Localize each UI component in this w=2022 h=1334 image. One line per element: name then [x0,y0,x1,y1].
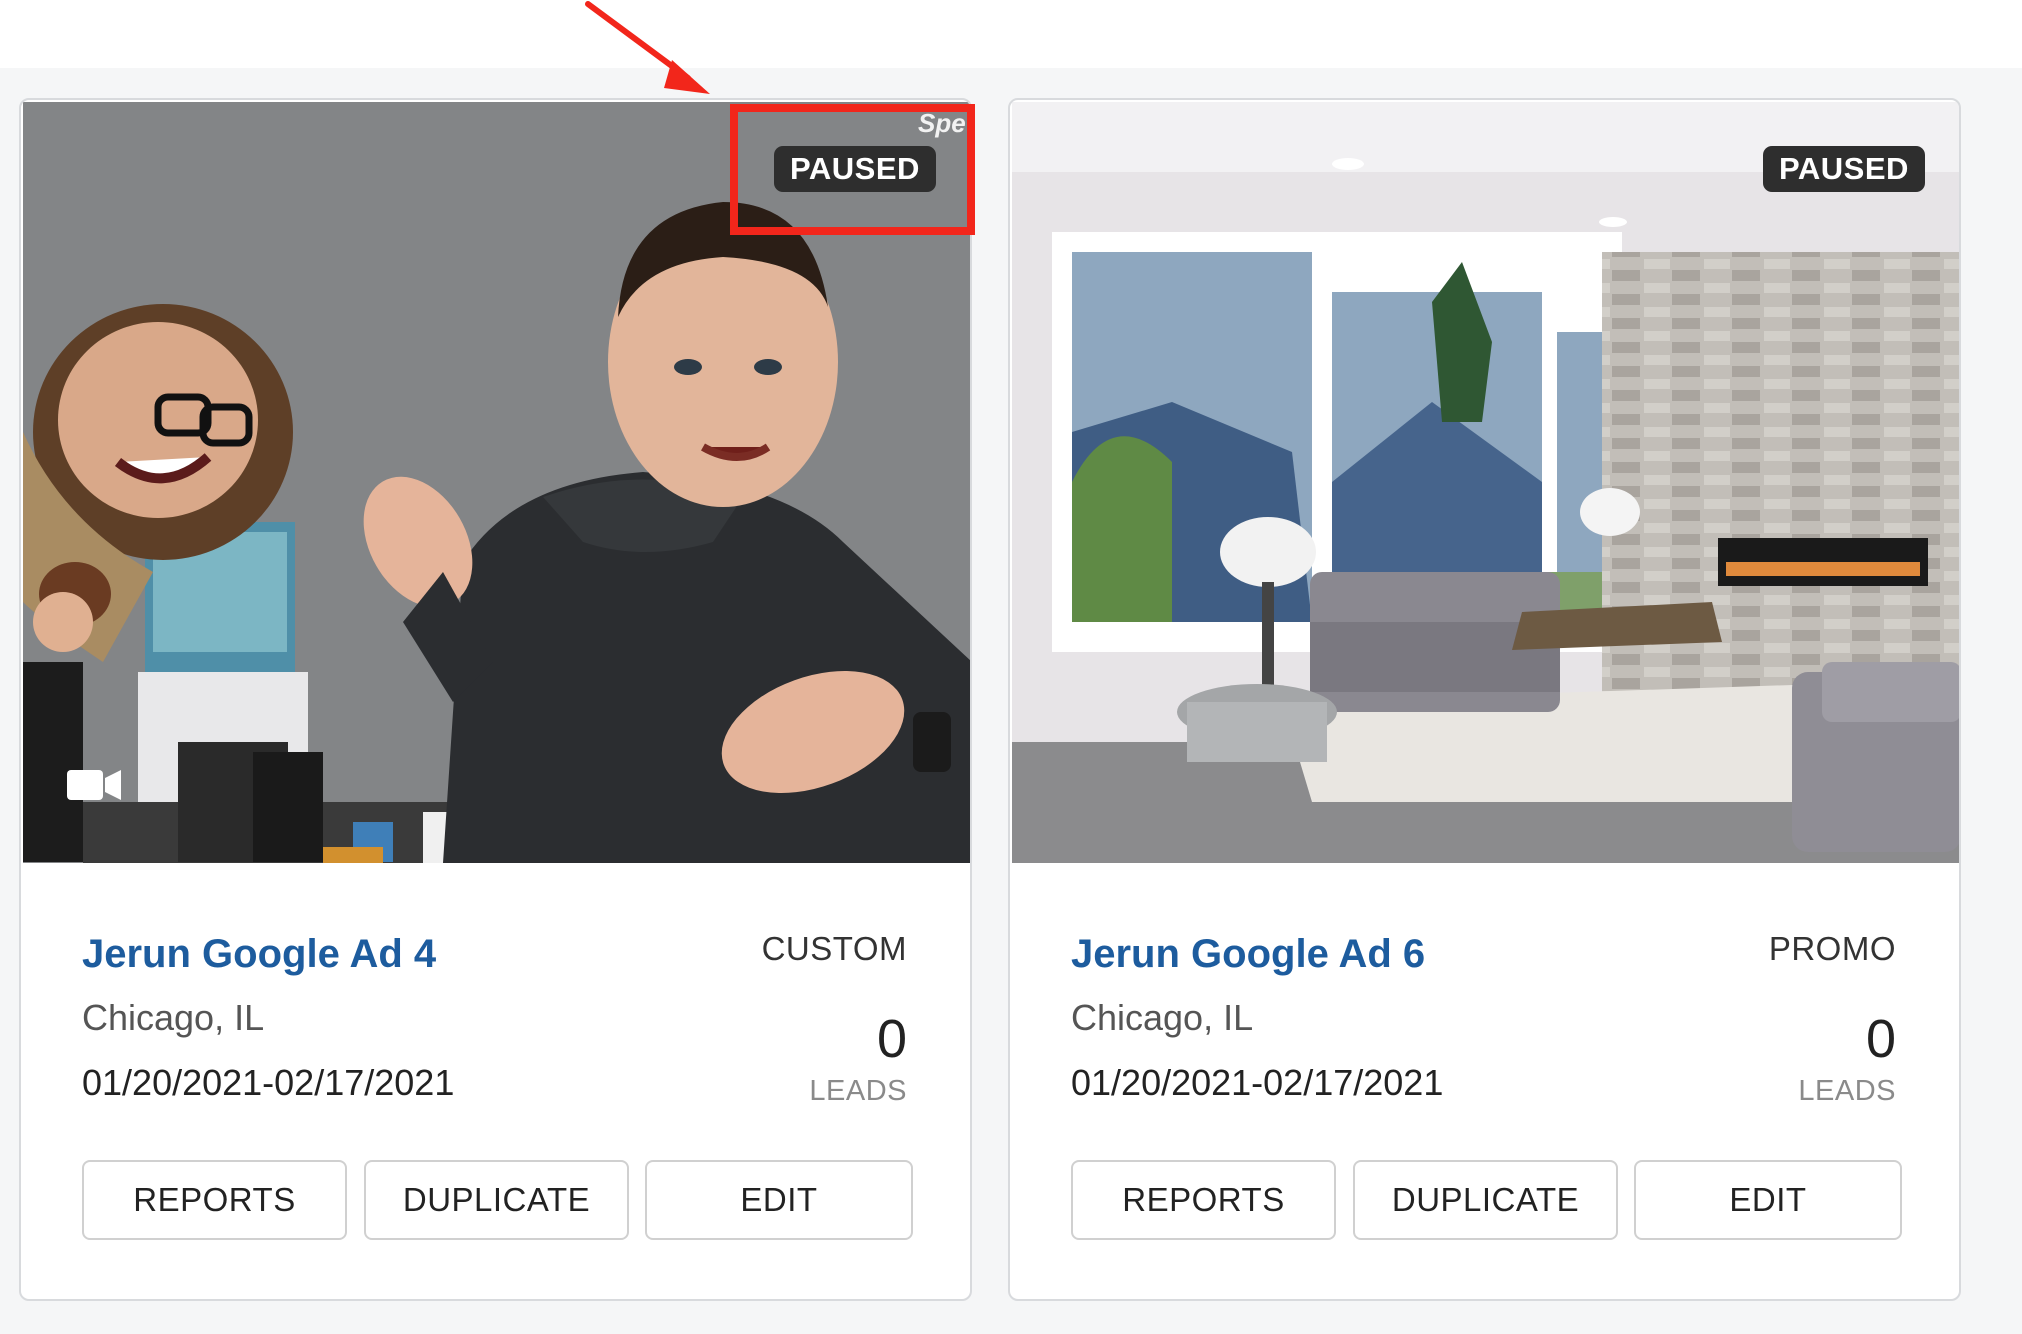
video-camera-icon [67,770,121,800]
edit-button[interactable]: EDIT [1634,1160,1902,1240]
highlight-annotation-box [730,104,975,235]
ad-thumbnail[interactable] [1012,102,1959,863]
leads-count: 0 [1865,1009,1896,1069]
status-badge: PAUSED [1763,146,1925,192]
duplicate-button[interactable]: DUPLICATE [1353,1160,1618,1240]
ad-type-label: PROMO [1768,930,1896,967]
ad-location: Chicago, IL [1071,997,1254,1038]
leads-count: 0 [876,1009,907,1069]
ad-type-label: CUSTOM [761,930,907,967]
ad-title-link[interactable]: Jerun Google Ad 4 [82,932,436,977]
annotation-arrow-icon [585,1,710,94]
leads-label: LEADS [1798,1075,1896,1107]
ad-thumbnail-image [1012,102,1959,863]
top-bar [0,0,2022,68]
ad-card: Spe PAUSED Jerun Google Ad 4 CUSTOM Chic… [19,98,972,1301]
reports-button[interactable]: REPORTS [1071,1160,1336,1240]
reports-button[interactable]: REPORTS [82,1160,347,1240]
ad-card: PAUSED Jerun Google Ad 6 PROMO Chicago, … [1008,98,1961,1301]
ad-title-link[interactable]: Jerun Google Ad 6 [1071,932,1425,977]
ad-date-range: 01/20/2021-02/17/2021 [1071,1062,1444,1103]
ad-date-range: 01/20/2021-02/17/2021 [82,1062,455,1103]
edit-button[interactable]: EDIT [645,1160,913,1240]
duplicate-button[interactable]: DUPLICATE [364,1160,629,1240]
ad-location: Chicago, IL [82,997,265,1038]
leads-label: LEADS [809,1075,907,1107]
